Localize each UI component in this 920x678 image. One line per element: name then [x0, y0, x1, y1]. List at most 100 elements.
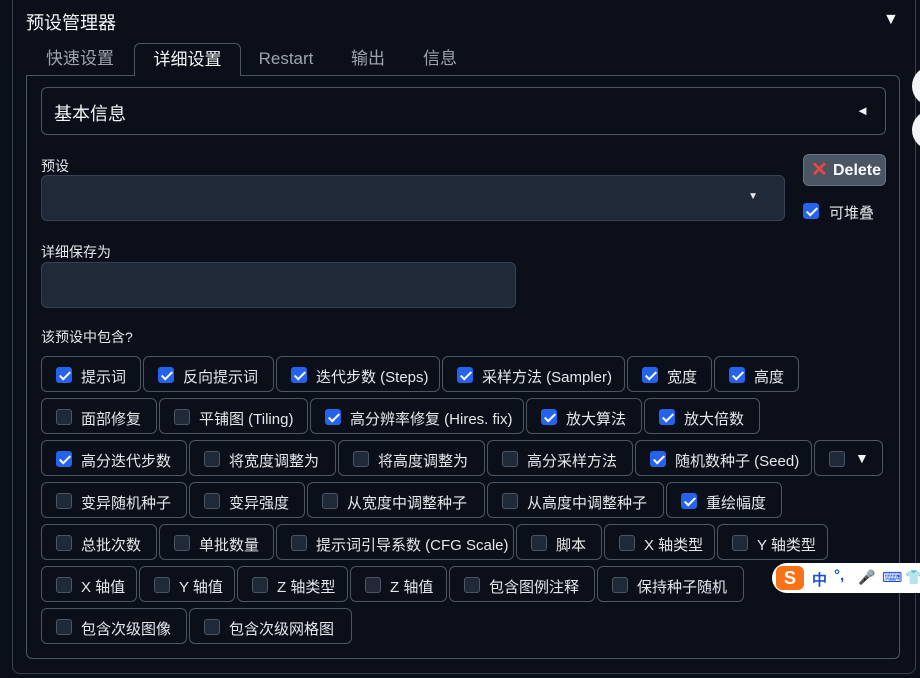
ime-punctuation-toggle[interactable]: °, [834, 567, 844, 584]
stackable-checkbox[interactable] [803, 203, 819, 219]
include-checkbox[interactable] [531, 535, 547, 551]
keyboard-icon[interactable]: ⌨ [882, 569, 902, 586]
include-checkbox[interactable] [56, 619, 72, 635]
include-option-chip[interactable]: 脚本 [516, 524, 602, 560]
save-as-input[interactable] [41, 262, 516, 308]
include-option-chip[interactable]: Z 轴类型 [237, 566, 348, 602]
include-checkbox[interactable] [659, 409, 675, 425]
include-checkbox[interactable] [829, 451, 845, 467]
include-option-chip[interactable]: X 轴类型 [604, 524, 715, 560]
ime-logo-icon[interactable]: S [776, 566, 804, 590]
accordion-label: 基本信息 [54, 104, 126, 124]
include-option-chip[interactable]: Y 轴类型 [717, 524, 828, 560]
include-checkbox[interactable] [502, 493, 518, 509]
include-option-chip[interactable]: 采样方法 (Sampler) [442, 356, 625, 392]
more-options-chip[interactable]: ▼ [814, 440, 883, 476]
include-option-chip[interactable]: 将高度调整为 [338, 440, 485, 476]
delete-button[interactable]: ✕ Delete [803, 154, 886, 186]
include-checkbox[interactable] [291, 535, 307, 551]
tab-detailed-settings[interactable]: 详细设置 [134, 43, 241, 76]
expand-arrow-icon: ◄ [856, 103, 869, 118]
include-option-chip[interactable]: 将宽度调整为 [189, 440, 336, 476]
include-checkbox[interactable] [365, 577, 381, 593]
include-checkbox[interactable] [252, 577, 268, 593]
include-option-chip[interactable]: Z 轴值 [350, 566, 447, 602]
include-checkbox[interactable] [204, 493, 220, 509]
include-option-label: X 轴值 [81, 579, 126, 596]
includes-label: 该预设中包含? [41, 329, 133, 345]
include-option-chip[interactable]: 提示词引导系数 (CFG Scale) [276, 524, 514, 560]
tab-quick-settings[interactable]: 快速设置 [28, 43, 132, 75]
include-option-chip[interactable]: 面部修复 [41, 398, 157, 434]
include-checkbox[interactable] [204, 451, 220, 467]
include-option-chip[interactable]: 高度 [714, 356, 799, 392]
include-checkbox[interactable] [56, 451, 72, 467]
tab-output[interactable]: 输出 [333, 43, 403, 75]
tab-restart[interactable]: Restart [248, 43, 324, 75]
include-option-label: 从高度中调整种子 [527, 495, 648, 512]
include-option-chip[interactable]: 包含次级图像 [41, 608, 187, 644]
include-checkbox[interactable] [457, 367, 473, 383]
collapse-triangle-icon[interactable]: ▼ [883, 11, 899, 29]
include-checkbox[interactable] [56, 493, 72, 509]
include-checkbox[interactable] [154, 577, 170, 593]
include-checkbox[interactable] [56, 577, 72, 593]
include-checkbox[interactable] [353, 451, 369, 467]
include-checkbox[interactable] [464, 577, 480, 593]
include-option-chip[interactable]: 包含图例注释 [449, 566, 595, 602]
include-option-label: Z 轴值 [390, 579, 434, 596]
include-checkbox[interactable] [502, 451, 518, 467]
include-checkbox[interactable] [325, 409, 341, 425]
ime-mode-toggle[interactable]: 中 [812, 569, 827, 590]
include-checkbox[interactable] [322, 493, 338, 509]
include-checkbox[interactable] [729, 367, 745, 383]
include-option-chip[interactable]: 宽度 [627, 356, 712, 392]
include-checkbox[interactable] [56, 535, 72, 551]
include-checkbox[interactable] [291, 367, 307, 383]
include-checkbox[interactable] [56, 409, 72, 425]
include-option-chip[interactable]: 随机数种子 (Seed) [635, 440, 812, 476]
include-option-chip[interactable]: 提示词 [41, 356, 141, 392]
include-checkbox[interactable] [174, 409, 190, 425]
include-checkbox[interactable] [174, 535, 190, 551]
include-checkbox[interactable] [158, 367, 174, 383]
include-checkbox[interactable] [681, 493, 697, 509]
include-checkbox[interactable] [56, 367, 72, 383]
include-option-chip[interactable]: 高分辨率修复 (Hires. fix) [310, 398, 524, 434]
include-checkbox[interactable] [204, 619, 220, 635]
include-checkbox[interactable] [619, 535, 635, 551]
ime-toolbar: S 中 °, 🎤 ⌨ 👕 [772, 563, 920, 593]
include-option-chip[interactable]: 迭代步数 (Steps) [276, 356, 440, 392]
include-option-chip[interactable]: 重绘幅度 [666, 482, 782, 518]
include-option-chip[interactable]: 反向提示词 [143, 356, 274, 392]
include-option-chip[interactable]: 总批次数 [41, 524, 157, 560]
include-option-chip[interactable]: X 轴值 [41, 566, 137, 602]
include-option-chip[interactable]: 变异随机种子 [41, 482, 187, 518]
include-option-chip[interactable]: 高分迭代步数 [41, 440, 187, 476]
include-checkbox[interactable] [612, 577, 628, 593]
include-checkbox[interactable] [642, 367, 658, 383]
include-option-chip[interactable]: 包含次级网格图 [189, 608, 352, 644]
include-option-chip[interactable]: 放大倍数 [644, 398, 760, 434]
include-option-chip[interactable]: 从宽度中调整种子 [307, 482, 485, 518]
include-checkbox[interactable] [732, 535, 748, 551]
basic-info-accordion[interactable]: 基本信息 ◄ [41, 87, 886, 135]
include-option-chip[interactable]: 放大算法 [526, 398, 642, 434]
include-option-label: X 轴类型 [644, 537, 704, 554]
include-option-chip[interactable]: 平铺图 (Tiling) [159, 398, 308, 434]
include-option-label: 将宽度调整为 [229, 453, 320, 470]
include-option-label: 变异强度 [229, 495, 290, 512]
include-checkbox[interactable] [541, 409, 557, 425]
include-option-chip[interactable]: Y 轴值 [139, 566, 235, 602]
preset-dropdown[interactable]: ▼ [41, 175, 785, 221]
skin-icon[interactable]: 👕 [905, 569, 920, 586]
include-option-chip[interactable]: 高分采样方法 [487, 440, 633, 476]
include-option-chip[interactable]: 从高度中调整种子 [487, 482, 664, 518]
include-checkbox[interactable] [650, 451, 666, 467]
include-option-chip[interactable]: 单批数量 [159, 524, 274, 560]
delete-button-label: Delete [833, 162, 882, 179]
include-option-chip[interactable]: 变异强度 [189, 482, 305, 518]
tab-info[interactable]: 信息 [408, 43, 472, 75]
include-option-chip[interactable]: 保持种子随机 [597, 566, 744, 602]
microphone-icon[interactable]: 🎤 [858, 569, 875, 586]
